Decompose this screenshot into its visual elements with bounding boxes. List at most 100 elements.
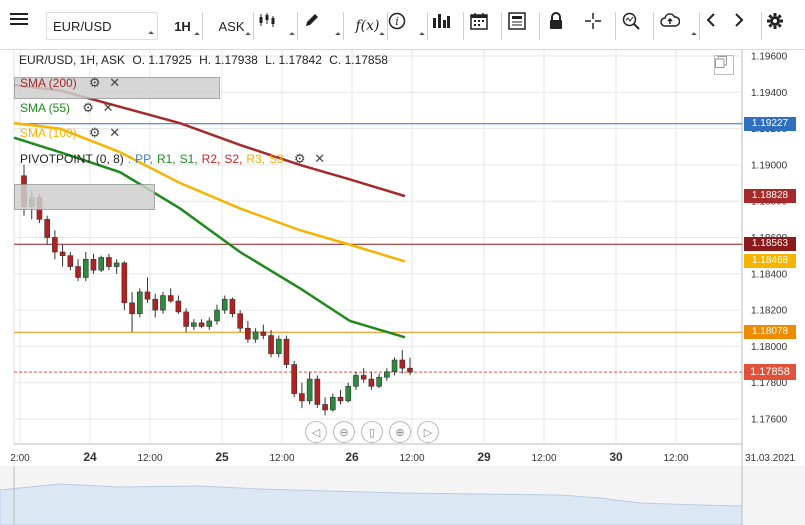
- open-value: O. 1.17925: [132, 53, 192, 67]
- low-value: L. 1.17842: [265, 53, 322, 67]
- close-icon[interactable]: ✕: [107, 125, 123, 141]
- detach-window-button[interactable]: [714, 55, 734, 75]
- x-tick-label: 30: [609, 450, 623, 464]
- candle-body: [106, 257, 112, 267]
- gear-icon[interactable]: ⚙: [87, 125, 103, 141]
- close-icon[interactable]: ✕: [312, 151, 328, 167]
- chart-navigation: ◁ ⊖ ▯ ⊕ ▷: [305, 421, 439, 445]
- candle-body: [160, 295, 166, 311]
- candle-body: [113, 262, 120, 267]
- indicator-box-pivot: [14, 184, 155, 210]
- x-tick-label: 29: [477, 450, 491, 464]
- high-value: H. 1.17938: [199, 53, 258, 67]
- pan-left-button[interactable]: ◁: [305, 421, 327, 443]
- candle-body: [67, 255, 74, 267]
- candle-body: [368, 378, 375, 387]
- candle-body: [221, 298, 228, 311]
- candle-body: [191, 322, 197, 327]
- window-icon: [715, 56, 727, 68]
- x-tick-label: 2:00: [10, 453, 30, 464]
- candle-body: [183, 311, 189, 327]
- y-tick-label: 1.17600: [751, 415, 788, 426]
- pivot-item: R1,: [156, 152, 176, 166]
- y-tick-label: 1.18000: [751, 342, 788, 353]
- pivot-item: R3,: [246, 152, 266, 166]
- candle-body: [245, 327, 251, 340]
- indicator-row-sma200: SMA (200) ⚙ ✕: [0, 72, 127, 94]
- gear-icon[interactable]: ⚙: [292, 151, 308, 167]
- x-tick-label: 31.03.2021: [745, 453, 795, 464]
- y-tick-label: 1.19000: [751, 160, 788, 171]
- candle-body: [229, 298, 236, 315]
- zoom-out-button[interactable]: ⊖: [333, 421, 355, 443]
- candle-body: [137, 291, 143, 315]
- price-tag: 1.18563: [744, 237, 796, 252]
- candle-body: [314, 378, 321, 405]
- candle-body: [144, 291, 151, 300]
- candle-body: [407, 367, 413, 373]
- candle-body: [214, 309, 220, 322]
- candle-body: [345, 386, 352, 402]
- y-tick-label: 1.19600: [751, 52, 788, 63]
- ohlc-legend: EUR/USD, 1H, ASK O. 1.17925 H. 1.17938 L…: [19, 53, 392, 67]
- price-tag: 1.18078: [744, 325, 796, 340]
- candle-body: [260, 331, 267, 336]
- x-tick-label: 12:00: [531, 453, 556, 464]
- x-tick-label: 12:00: [399, 453, 424, 464]
- pivot-item: S1,: [179, 152, 198, 166]
- gear-icon[interactable]: ⚙: [87, 75, 103, 91]
- zoom-in-button[interactable]: ⊕: [389, 421, 411, 443]
- triangle-left-icon: ◁: [311, 426, 321, 439]
- candle-body: [82, 258, 89, 278]
- pivot-separator: :: [127, 152, 132, 166]
- candle-body: [90, 258, 97, 271]
- close-icon[interactable]: ✕: [107, 75, 123, 91]
- indicator-label-sma55: SMA (55): [20, 101, 71, 115]
- instrument-label: EUR/USD, 1H, ASK: [19, 53, 126, 67]
- gear-icon[interactable]: ⚙: [80, 100, 96, 116]
- pivot-item: PP,: [135, 152, 153, 166]
- candle-body: [252, 331, 259, 340]
- indicator-label-sma200: SMA (200): [20, 76, 77, 90]
- candle-body: [52, 237, 58, 253]
- pivot-item: R2,: [201, 152, 221, 166]
- indicator-row-pivot: PIVOTPOINT (0, 8) : PP, R1, S1, R2, S2, R3, S3…: [20, 151, 332, 167]
- candle-body: [337, 396, 344, 402]
- candle-body: [291, 364, 298, 394]
- x-tick-label: 26: [345, 450, 359, 464]
- candle-body: [167, 295, 174, 302]
- close-value: C. 1.17858: [329, 53, 388, 67]
- price-tag: 1.18468: [744, 254, 796, 269]
- candle-body: [275, 338, 282, 354]
- x-tick-label: 25: [215, 450, 229, 464]
- y-tick-label: 1.18200: [751, 306, 788, 317]
- candle-body: [59, 251, 66, 256]
- close-icon[interactable]: ✕: [100, 100, 116, 116]
- candle-body: [376, 376, 382, 387]
- pan-right-button[interactable]: ▷: [417, 421, 439, 443]
- zoom-out-icon: ⊖: [339, 426, 349, 439]
- candle-body: [353, 375, 359, 387]
- candle-body: [329, 396, 336, 411]
- candle-body: [299, 393, 305, 402]
- candle-body: [175, 300, 182, 313]
- indicator-label-sma100: SMA (100): [20, 126, 77, 140]
- candle-body: [384, 371, 390, 378]
- pivot-items: PP, R1, S1, R2, S2, R3, S3: [135, 152, 288, 166]
- candle-body: [75, 266, 81, 278]
- candle-body: [268, 335, 274, 354]
- pivot-item: S3: [269, 152, 284, 166]
- pivot-item: S2,: [224, 152, 243, 166]
- candle-body: [237, 313, 243, 329]
- reset-view-button[interactable]: ▯: [361, 421, 383, 443]
- candle-body: [283, 338, 290, 365]
- pivot-label: PIVOTPOINT (0, 8): [20, 152, 124, 166]
- triangle-right-icon: ▷: [423, 426, 433, 439]
- zoom-in-icon: ⊕: [395, 426, 405, 439]
- candle-body: [306, 378, 313, 402]
- price-tag: 1.18828: [744, 189, 796, 204]
- x-tick-label: 12:00: [663, 453, 688, 464]
- y-tick-label: 1.19400: [751, 88, 788, 99]
- candle-body: [121, 262, 128, 304]
- x-tick-label: 12:00: [137, 453, 162, 464]
